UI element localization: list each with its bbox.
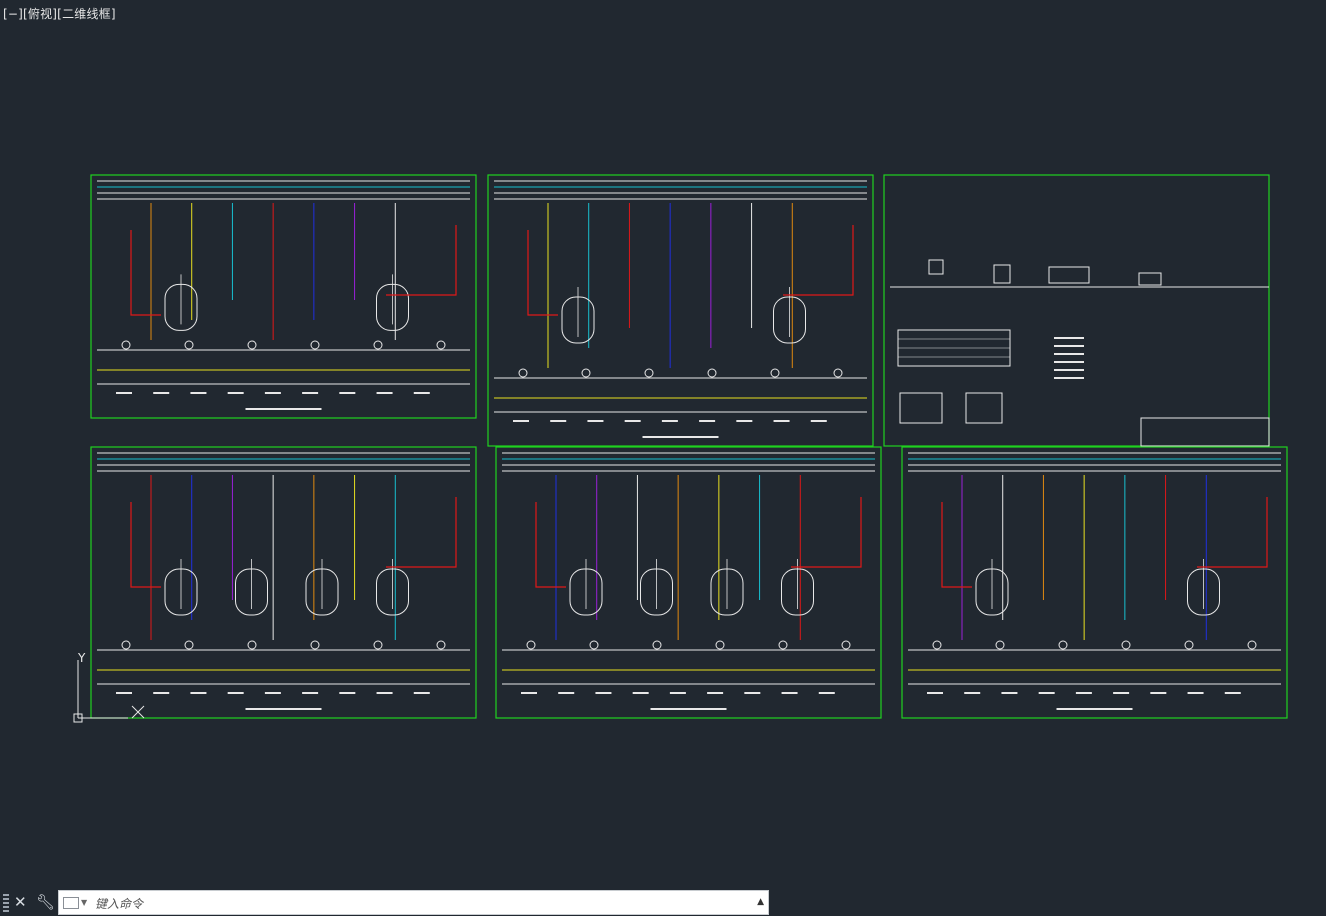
- command-input[interactable]: [93, 893, 757, 915]
- drawing-sheets: [90, 174, 1288, 719]
- drawing-sheet: [90, 446, 477, 719]
- command-line: ✕ 🔧︎ ▼ ▲: [0, 889, 770, 916]
- drawing-sheet: [495, 446, 882, 719]
- drawing-sheet: [883, 174, 1270, 447]
- ucs-y-label: Y: [77, 651, 86, 665]
- caret-up-icon[interactable]: ▲: [757, 897, 764, 907]
- drawing-sheet: [901, 446, 1288, 719]
- drawing-sheet: [487, 174, 874, 447]
- command-prompt-icon[interactable]: [63, 897, 79, 909]
- command-field[interactable]: ▼ ▲: [58, 890, 769, 915]
- close-icon[interactable]: ✕: [14, 892, 27, 912]
- wrench-icon[interactable]: 🔧︎: [36, 892, 55, 912]
- drawing-canvas[interactable]: Y: [0, 0, 1326, 916]
- command-line-grip[interactable]: [3, 894, 9, 912]
- chevron-down-icon[interactable]: ▼: [81, 898, 87, 907]
- drawing-sheet: [90, 174, 477, 419]
- ucs-icon: Y: [73, 651, 145, 723]
